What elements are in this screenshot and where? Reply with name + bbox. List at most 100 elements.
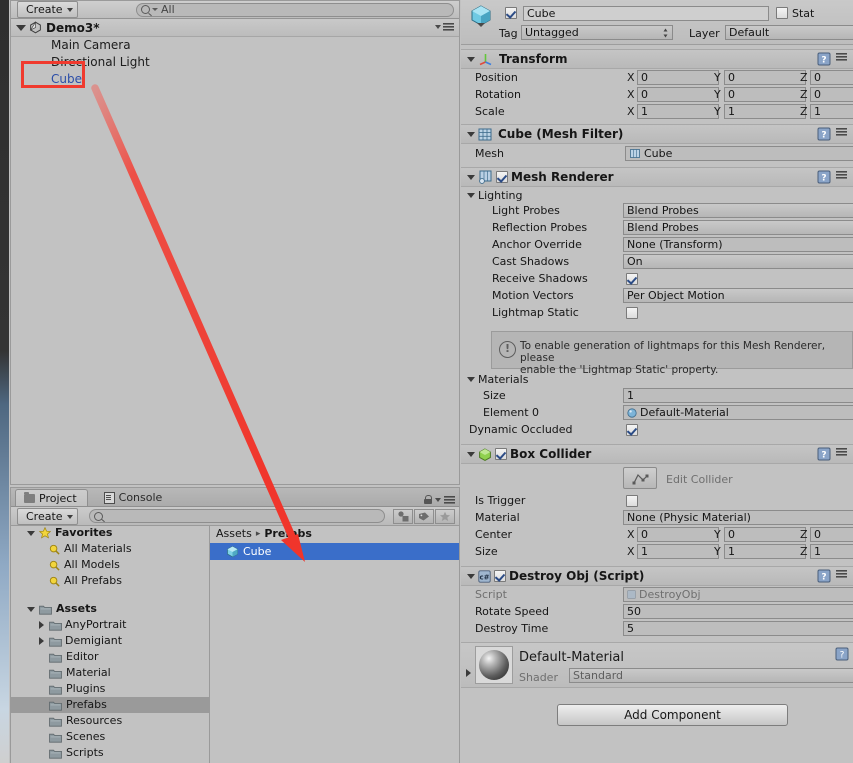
component-header-box-collider[interactable]: Box Collider ? [461,444,853,464]
project-tabbar-right[interactable] [424,495,455,504]
materials-foldout-row[interactable]: Materials [461,371,853,387]
project-search-input[interactable] [89,509,385,523]
rotation-y-input[interactable]: 0 [724,87,806,102]
destroy-obj-enabled-checkbox[interactable] [494,570,506,582]
chevron-down-icon[interactable] [467,377,475,382]
tree-item-all-materials[interactable]: All Materials [11,541,209,557]
scale-z-input[interactable]: 1 [810,104,853,119]
favorites-filter-button[interactable] [435,509,455,524]
tree-item-prefabs[interactable]: Prefabs [11,697,209,713]
is-trigger-checkbox[interactable] [626,495,638,507]
lightmap-static-checkbox[interactable] [626,307,638,319]
collider-center-z-input[interactable]: 0 [810,527,853,542]
position-z-input[interactable]: 0 [810,70,853,85]
tree-item-plugins[interactable]: Plugins [11,681,209,697]
rotation-x-input[interactable]: 0 [637,87,719,102]
collider-size-z-input[interactable]: 1 [810,544,853,559]
help-icon[interactable]: ? [817,170,831,184]
rotate-speed-input[interactable]: 50 [623,604,853,619]
reflection-probes-dropdown[interactable]: Blend Probes [623,220,853,235]
chevron-down-icon[interactable] [467,175,475,180]
hierarchy-search-input[interactable]: All [136,3,454,17]
filter-by-type-button[interactable] [393,509,413,524]
help-icon[interactable]: ? [817,447,831,461]
scale-y-input[interactable]: 1 [724,104,806,119]
tab-project[interactable]: Project [15,489,88,506]
scale-x-input[interactable]: 1 [637,104,719,119]
layer-dropdown[interactable]: Default [725,25,853,40]
box-collider-enabled-checkbox[interactable] [495,448,507,460]
breadcrumb-prefabs[interactable]: Prefabs [264,525,312,543]
cast-shadows-dropdown[interactable]: On [623,254,853,269]
tree-item-all-prefabs[interactable]: All Prefabs [11,573,209,589]
rotation-z-input[interactable]: 0 [810,87,853,102]
component-menu-icon[interactable] [836,570,849,582]
chevron-down-icon[interactable] [467,452,475,457]
tree-item-anyportrait[interactable]: AnyPortrait [11,617,209,633]
tree-group-favorites[interactable]: Favorites [11,525,209,541]
breadcrumb-assets[interactable]: Assets [216,525,252,543]
help-icon[interactable]: ? [817,569,831,583]
component-header-mesh-renderer[interactable]: Mesh Renderer ? [461,167,853,187]
motion-vectors-dropdown[interactable]: Per Object Motion [623,288,853,303]
chevron-down-icon[interactable] [467,193,475,198]
tree-item-all-models[interactable]: All Models [11,557,209,573]
component-header-destroy-obj[interactable]: c# Destroy Obj (Script) ? [461,566,853,586]
tree-item-resources[interactable]: Resources [11,713,209,729]
tag-dropdown[interactable]: Untagged [521,25,673,40]
gameobject-name-input[interactable]: Cube [523,6,769,21]
chevron-down-icon[interactable] [27,607,35,612]
chevron-down-icon[interactable] [27,531,35,536]
tab-console[interactable]: Console [96,489,173,506]
collider-center-x-input[interactable]: 0 [637,527,719,542]
component-menu-icon[interactable] [836,53,849,65]
project-create-button[interactable]: Create [17,508,78,525]
chevron-down-icon[interactable] [467,574,475,579]
collider-size-y-input[interactable]: 1 [724,544,806,559]
light-probes-dropdown[interactable]: Blend Probes [623,203,853,218]
component-menu-icon[interactable] [836,128,849,140]
filter-by-label-button[interactable] [414,509,434,524]
destroy-time-input[interactable]: 5 [623,621,853,636]
hierarchy-item-cube[interactable]: Cube [11,71,459,88]
collider-size-x-input[interactable]: 1 [637,544,719,559]
chevron-down-icon[interactable] [467,132,475,137]
position-x-input[interactable]: 0 [637,70,719,85]
hierarchy-item-directional-light[interactable]: Directional Light [11,54,459,71]
position-y-input[interactable]: 0 [724,70,806,85]
tree-item-material[interactable]: Material [11,665,209,681]
add-component-button[interactable]: Add Component [557,704,788,726]
chevron-right-icon[interactable] [39,637,44,645]
script-object-field[interactable]: DestroyObj [623,587,853,602]
mesh-renderer-enabled-checkbox[interactable] [496,171,508,183]
hierarchy-create-button[interactable]: Create [17,1,78,18]
help-icon[interactable]: ? [835,647,849,661]
help-icon[interactable]: ? [817,127,831,141]
chevron-down-icon[interactable] [16,25,26,31]
collider-material-field[interactable]: None (Physic Material) [623,510,853,525]
anchor-override-field[interactable]: None (Transform) [623,237,853,252]
chevron-right-icon[interactable] [39,621,44,629]
tree-item-scripts[interactable]: Scripts [11,745,209,761]
component-header-transform[interactable]: Transform ? [461,49,853,69]
shader-dropdown[interactable]: Standard [569,668,853,683]
material-element0-field[interactable]: Default-Material [623,405,853,420]
help-icon[interactable]: ? [817,52,831,66]
material-size-input[interactable]: 1 [623,388,853,403]
chevron-right-icon[interactable] [466,669,471,677]
lighting-foldout-row[interactable]: Lighting [461,187,853,202]
mesh-object-field[interactable]: Cube [625,146,853,161]
hierarchy-options[interactable] [435,23,454,31]
component-menu-icon[interactable] [836,171,849,183]
collider-center-y-input[interactable]: 0 [724,527,806,542]
static-checkbox[interactable] [776,7,788,19]
tree-group-assets[interactable]: Assets [11,601,209,617]
component-header-mesh-filter[interactable]: Cube (Mesh Filter) ? [461,124,853,144]
scene-root-row[interactable]: Demo3* [11,19,459,37]
asset-item-cube[interactable]: Cube [210,543,459,560]
receive-shadows-checkbox[interactable] [626,273,638,285]
component-menu-icon[interactable] [836,448,849,460]
lock-icon[interactable] [424,495,432,504]
dynamic-occluded-checkbox[interactable] [626,424,638,436]
tree-item-demigiant[interactable]: Demigiant [11,633,209,649]
